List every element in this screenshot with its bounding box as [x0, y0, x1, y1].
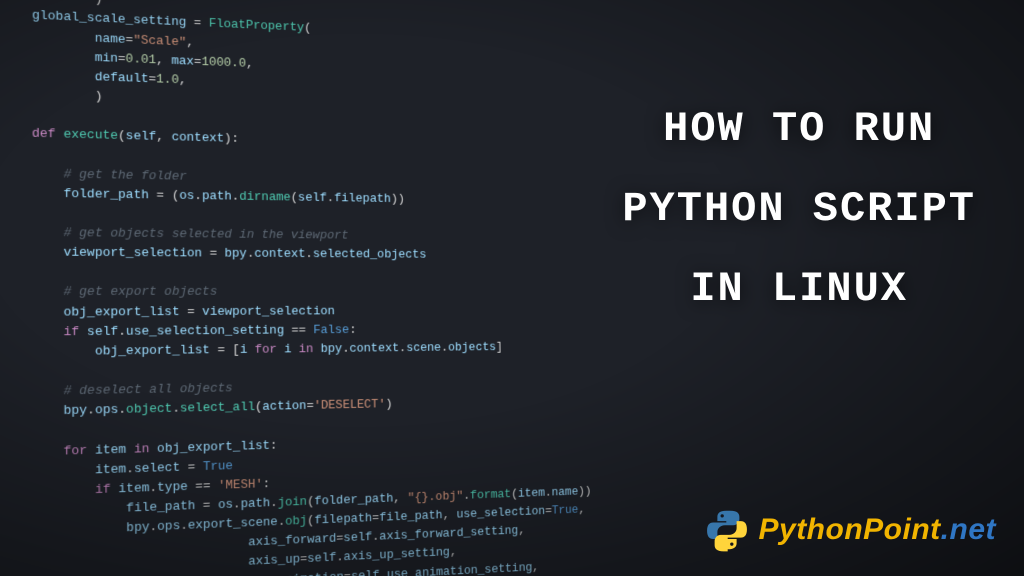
brand-badge: PythonPoint.net	[705, 508, 997, 552]
brand-name: PythonPoint	[759, 513, 941, 546]
headline: HOW TO RUN PYTHON SCRIPT IN LINUX	[622, 90, 976, 329]
brand-text: PythonPoint.net	[759, 513, 997, 547]
headline-line-1: HOW TO RUN	[622, 90, 976, 170]
brand-tld: .net	[941, 513, 996, 546]
headline-line-3: IN LINUX	[622, 250, 976, 330]
headline-line-2: PYTHON SCRIPT	[622, 170, 976, 250]
python-logo-icon	[705, 508, 749, 552]
